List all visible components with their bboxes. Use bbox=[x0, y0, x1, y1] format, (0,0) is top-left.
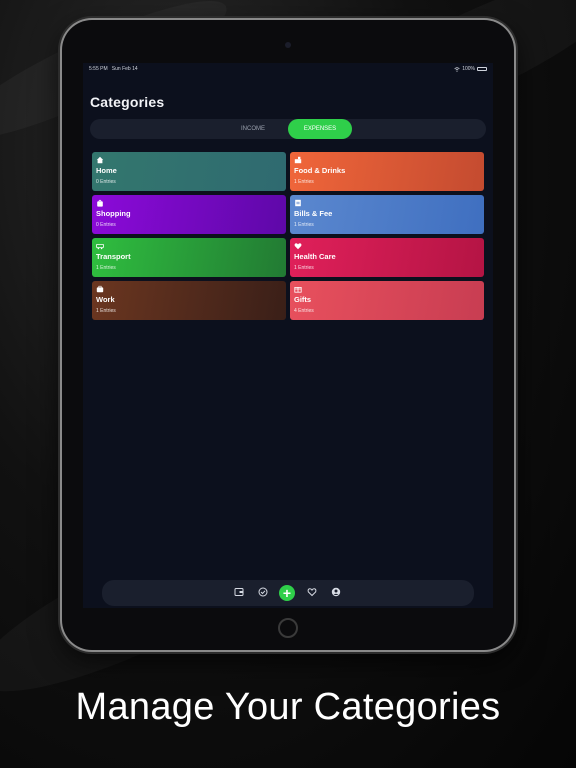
profile-icon[interactable] bbox=[330, 587, 342, 599]
category-card-gifts[interactable]: Gifts 4 Entries bbox=[290, 281, 484, 320]
category-card-transport[interactable]: Transport 1 Entries bbox=[92, 238, 286, 277]
shopping-bag-icon bbox=[96, 199, 104, 207]
check-circle-icon[interactable] bbox=[257, 587, 269, 599]
home-icon bbox=[96, 156, 104, 164]
category-name: Home bbox=[96, 166, 117, 175]
heart-icon bbox=[294, 242, 302, 250]
tablet-device: 5:55 PM Sun Feb 14 100% Categories INCOM… bbox=[62, 20, 514, 650]
category-name: Transport bbox=[96, 252, 131, 261]
category-entries: 0 Entries bbox=[96, 179, 116, 185]
battery-icon bbox=[477, 67, 487, 71]
wallet-icon[interactable] bbox=[233, 587, 245, 599]
category-card-food-drinks[interactable]: Food & Drinks 1 Entries bbox=[290, 152, 484, 191]
add-icon[interactable]: + bbox=[279, 585, 295, 601]
category-name: Shopping bbox=[96, 209, 131, 218]
briefcase-icon bbox=[96, 285, 104, 293]
category-card-shopping[interactable]: Shopping 0 Entries bbox=[92, 195, 286, 234]
category-name: Work bbox=[96, 295, 115, 304]
segment-expenses[interactable]: EXPENSES bbox=[288, 119, 352, 139]
home-button[interactable] bbox=[278, 618, 298, 638]
category-card-bills-fee[interactable]: Bills & Fee 1 Entries bbox=[290, 195, 484, 234]
category-name: Health Care bbox=[294, 252, 336, 261]
gift-icon bbox=[294, 285, 302, 293]
food-icon bbox=[294, 156, 302, 164]
category-card-health-care[interactable]: Health Care 1 Entries bbox=[290, 238, 484, 277]
category-card-work[interactable]: Work 1 Entries bbox=[92, 281, 286, 320]
category-name: Gifts bbox=[294, 295, 312, 304]
app-screen: 5:55 PM Sun Feb 14 100% Categories INCOM… bbox=[83, 63, 493, 608]
bottom-tab-bar: + bbox=[102, 580, 474, 606]
category-card-home[interactable]: Home 0 Entries bbox=[92, 152, 286, 191]
car-icon bbox=[96, 242, 104, 250]
type-segmented-control: INCOME EXPENSES bbox=[90, 119, 486, 139]
category-entries: 0 Entries bbox=[96, 222, 116, 228]
category-entries: 1 Entries bbox=[294, 222, 314, 228]
segment-income[interactable]: INCOME bbox=[218, 119, 288, 139]
status-time: 5:55 PM bbox=[89, 66, 108, 72]
status-bar: 5:55 PM Sun Feb 14 100% bbox=[89, 65, 487, 75]
heart-outline-icon[interactable] bbox=[306, 587, 318, 599]
status-date: Sun Feb 14 bbox=[111, 66, 138, 72]
category-entries: 1 Entries bbox=[96, 265, 116, 271]
category-name: Food & Drinks bbox=[294, 166, 346, 175]
marketing-caption: Manage Your Categories bbox=[75, 686, 501, 728]
battery-percent: 100% bbox=[462, 66, 475, 72]
category-entries: 4 Entries bbox=[294, 308, 314, 314]
category-name: Bills & Fee bbox=[294, 209, 333, 218]
category-entries: 1 Entries bbox=[96, 308, 116, 314]
page-title: Categories bbox=[90, 94, 165, 110]
category-entries: 1 Entries bbox=[294, 179, 314, 185]
receipt-icon bbox=[294, 199, 302, 207]
wifi-icon bbox=[454, 66, 460, 72]
front-camera bbox=[285, 42, 291, 48]
category-entries: 1 Entries bbox=[294, 265, 314, 271]
